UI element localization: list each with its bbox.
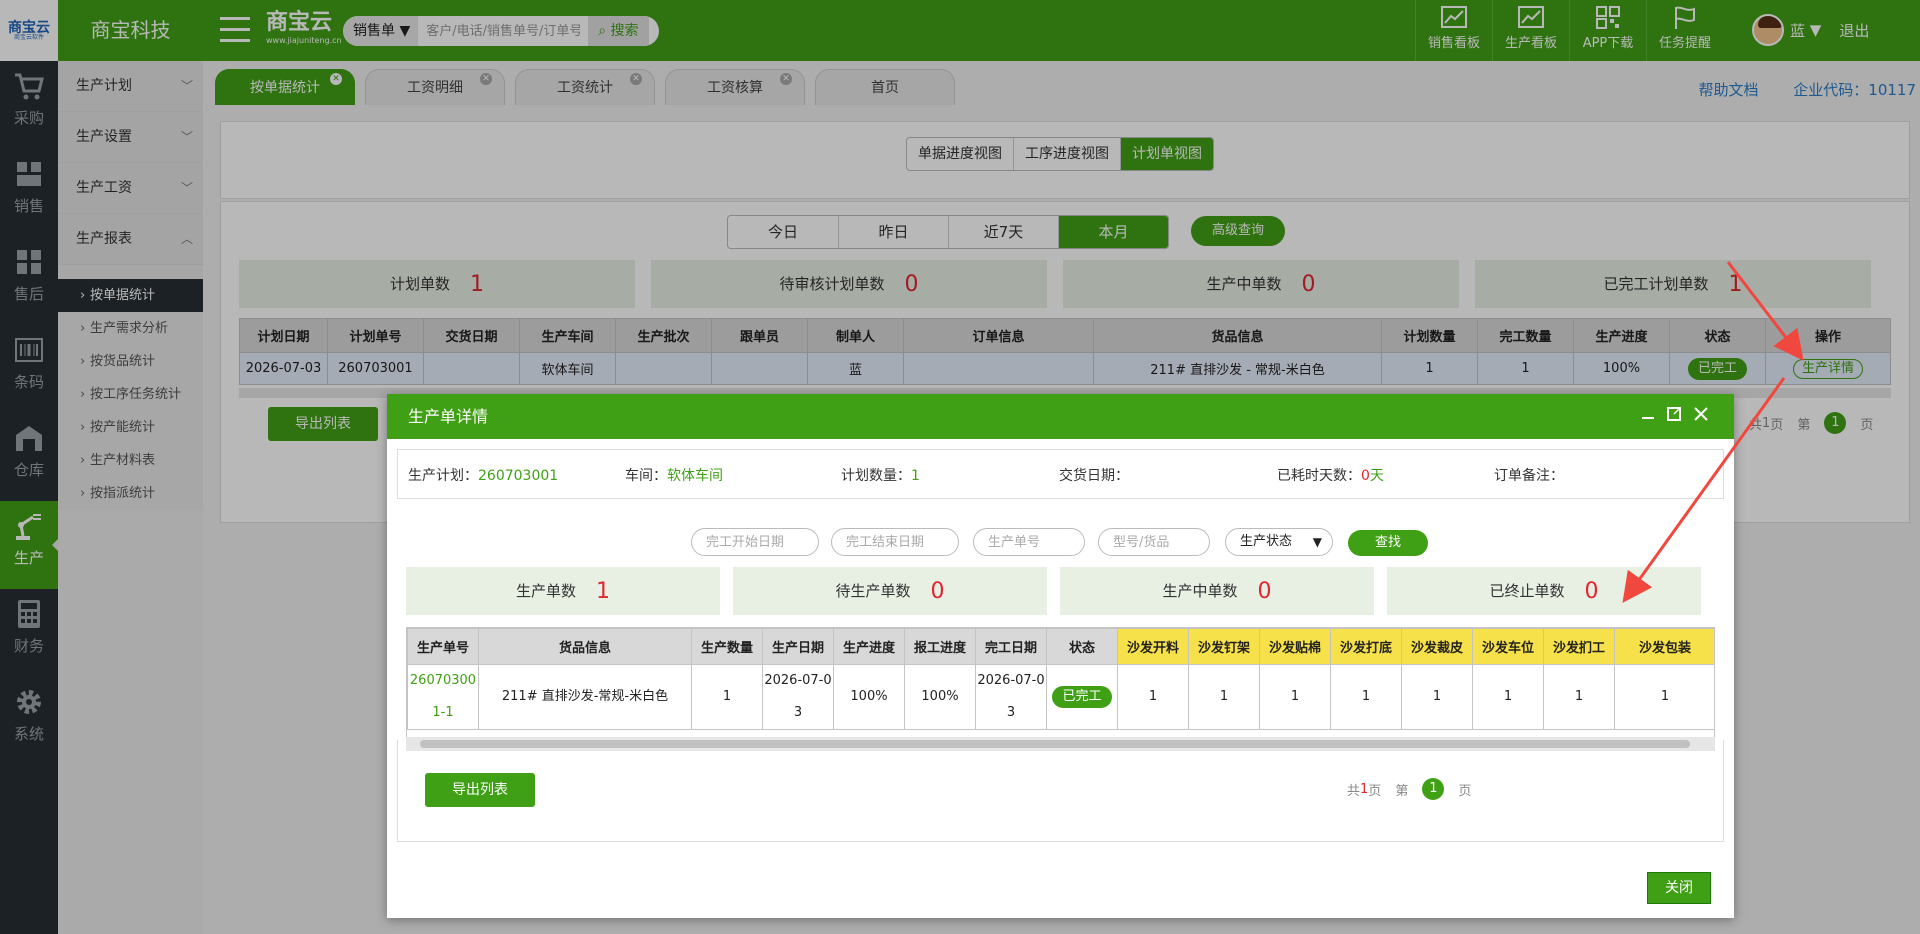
done-start-date-input[interactable] — [691, 528, 819, 556]
table-row[interactable]: 260703001-1 211# 直排沙发-常规-米白色 1 2026-07-0… — [407, 664, 1714, 730]
goods-model-input[interactable] — [1098, 528, 1210, 556]
status-badge: 已完工 — [1052, 686, 1112, 708]
find-button[interactable]: 查找 — [1348, 530, 1428, 556]
column-header[interactable]: 生产数量 — [691, 628, 763, 665]
cell-process: 1 — [1330, 664, 1402, 730]
column-header[interactable]: 状态 — [1046, 628, 1118, 665]
maximize-icon[interactable] — [1666, 406, 1682, 422]
production-detail-modal: 生产单详情 生产计划：260703001 车间：软体车间 计划数量：1 交货日期… — [387, 394, 1734, 918]
cell-process: 1 — [1259, 664, 1331, 730]
caret-down-icon: ▼ — [1312, 535, 1322, 549]
cell-process: 1 — [1472, 664, 1544, 730]
process-header[interactable]: 沙发打底 — [1330, 628, 1402, 665]
column-header[interactable]: 报工进度 — [904, 628, 976, 665]
elapsed-days: 0 — [1361, 468, 1370, 484]
close-icon[interactable] — [1693, 406, 1709, 422]
cell-goods: 211# 直排沙发-常规-米白色 — [478, 664, 692, 730]
modal-footer-panel: 导出列表 共1页 第 1 页 — [397, 740, 1724, 842]
cell-report-progress: 100% — [904, 664, 976, 730]
modal-header: 生产单详情 — [387, 394, 1734, 439]
minimize-icon[interactable] — [1640, 406, 1656, 422]
column-header[interactable]: 生产日期 — [762, 628, 834, 665]
process-header[interactable]: 沙发裁皮 — [1401, 628, 1473, 665]
cell-process: 1 — [1117, 664, 1189, 730]
workshop-value: 软体车间 — [667, 468, 723, 484]
production-order-table: 生产单号 货品信息 生产数量 生产日期 生产进度 报工进度 完工日期 状态 沙发… — [407, 628, 1714, 730]
page-current[interactable]: 1 — [1422, 778, 1445, 800]
modal-export-list-button[interactable]: 导出列表 — [425, 773, 535, 807]
process-header[interactable]: 沙发贴棉 — [1259, 628, 1331, 665]
process-header[interactable]: 沙发开料 — [1117, 628, 1189, 665]
modal-stat-pending: 待生产单数 0 — [733, 567, 1047, 615]
cell-process: 1 — [1614, 664, 1714, 730]
cell-process: 1 — [1401, 664, 1473, 730]
process-header[interactable]: 沙发扪工 — [1543, 628, 1615, 665]
cell-process: 1 — [1543, 664, 1615, 730]
production-order-table-wrap: 生产单号 货品信息 生产数量 生产日期 生产进度 报工进度 完工日期 状态 沙发… — [406, 627, 1715, 739]
plan-qty-value: 1 — [911, 468, 920, 484]
modal-stat-terminated: 已终止单数 0 — [1387, 567, 1701, 615]
close-button[interactable]: 关闭 — [1647, 872, 1711, 904]
cell-process: 1 — [1188, 664, 1260, 730]
cell-production-no[interactable]: 260703001-1 — [407, 664, 479, 730]
modal-stat-total: 生产单数 1 — [406, 567, 720, 615]
modal-info-bar: 生产计划：260703001 车间：软体车间 计划数量：1 交货日期： 已耗时天… — [397, 449, 1724, 499]
cell-done-date: 2026-07-03 — [975, 664, 1047, 730]
cell-production-date: 2026-07-03 — [762, 664, 834, 730]
done-end-date-input[interactable] — [831, 528, 959, 556]
process-header[interactable]: 沙发钉架 — [1188, 628, 1260, 665]
modal-pagination: 共1页 第 1 页 — [1347, 778, 1471, 800]
cell-status: 已完工 — [1046, 664, 1118, 730]
plan-number: 260703001 — [478, 468, 559, 484]
column-header[interactable]: 完工日期 — [975, 628, 1047, 665]
cell-progress: 100% — [833, 664, 905, 730]
production-no-input[interactable] — [973, 528, 1085, 556]
cell-qty: 1 — [691, 664, 763, 730]
modal-stat-inprogress: 生产中单数 0 — [1060, 567, 1374, 615]
column-header[interactable]: 货品信息 — [478, 628, 692, 665]
column-header[interactable]: 生产进度 — [833, 628, 905, 665]
process-header[interactable]: 沙发包装 — [1614, 628, 1714, 665]
column-header[interactable]: 生产单号 — [407, 628, 479, 665]
process-header[interactable]: 沙发车位 — [1472, 628, 1544, 665]
production-status-select[interactable]: 生产状态 ▼ — [1225, 528, 1333, 556]
modal-title: 生产单详情 — [408, 407, 489, 426]
